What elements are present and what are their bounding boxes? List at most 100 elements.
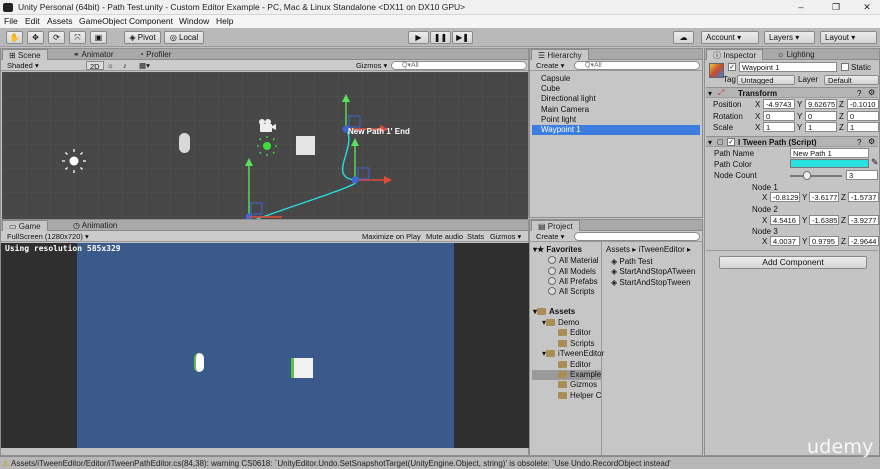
rotation-y-field[interactable]: 0 — [805, 111, 837, 121]
menu-help[interactable]: Help — [216, 16, 233, 26]
tab-hierarchy[interactable]: ☰ Hierarchy — [531, 49, 589, 60]
menu-file[interactable]: File — [4, 16, 18, 26]
shading-dropdown[interactable]: Shaded ▾ — [7, 61, 39, 70]
itween-enabled-checkbox[interactable]: ✓ — [727, 138, 735, 146]
play-button[interactable]: ▶ — [408, 31, 429, 44]
tree-item-gizmos[interactable]: Gizmos — [558, 380, 597, 390]
rotation-z-field[interactable]: 0 — [847, 111, 879, 121]
scale-y-field[interactable]: 1 — [805, 122, 837, 132]
tree-item-demo[interactable]: ▾ Demo — [542, 318, 579, 328]
cube-object[interactable] — [296, 136, 315, 155]
tab-animation[interactable]: ◷ Animation — [67, 220, 123, 231]
menu-assets[interactable]: Assets — [47, 16, 73, 26]
rotation-x-field[interactable]: 0 — [763, 111, 795, 121]
menu-gameobject[interactable]: GameObject — [79, 16, 127, 26]
mute-audio-toggle[interactable]: Mute audio — [426, 232, 463, 241]
audio-toggle-icon[interactable]: ♪ — [123, 61, 127, 70]
hierarchy-item-waypoint-1[interactable]: Waypoint 1 — [532, 125, 700, 135]
help-icon[interactable]: ? — [857, 138, 861, 147]
hierarchy-item-point-light[interactable]: Point light — [532, 115, 700, 125]
maximize-button[interactable]: ❐ — [825, 1, 847, 14]
project-search-input[interactable] — [574, 232, 700, 241]
lighting-toggle-icon[interactable]: ☼ — [107, 61, 114, 70]
scene-search-input[interactable]: Q▾All — [391, 61, 527, 70]
cloud-icon[interactable]: ☁ — [673, 31, 694, 44]
gear-icon[interactable]: ⚙ — [868, 137, 875, 146]
hierarchy-create-dropdown[interactable]: Create ▾ — [536, 61, 564, 70]
node-count-field[interactable]: 3 — [846, 170, 878, 180]
hand-tool-icon[interactable]: ✋ — [6, 31, 23, 44]
node-2-z-field[interactable]: -3.9277 — [848, 215, 879, 225]
node-1-z-field[interactable]: -1.5737 — [848, 192, 879, 202]
node-count-slider-thumb[interactable] — [803, 171, 811, 180]
hierarchy-item-cube[interactable]: Cube — [532, 84, 700, 94]
pause-button[interactable]: ❚❚ — [430, 31, 451, 44]
node-2-x-field[interactable]: 4.5416 — [770, 215, 800, 225]
game-viewport[interactable]: Using resolution 585x329 — [1, 243, 529, 448]
capsule-object[interactable] — [179, 133, 190, 153]
position-y-field[interactable]: 9.62675 — [805, 99, 837, 109]
project-create-dropdown[interactable]: Create ▾ — [536, 232, 564, 241]
tab-game[interactable]: ▭ Game — [2, 220, 48, 231]
favorite-all-scripts[interactable]: All Scripts — [548, 287, 595, 297]
node-3-y-field[interactable]: 0.9795 — [809, 236, 839, 246]
tag-dropdown[interactable]: Untagged — [737, 75, 795, 85]
account-dropdown[interactable]: Account ▾ — [701, 31, 759, 44]
resolution-dropdown[interactable]: FullScreen (1280x720) ▾ — [7, 232, 89, 241]
status-bar[interactable]: ⚠ Assets/iTweenEditor/Editor/iTweenPathE… — [0, 456, 880, 469]
tree-item-itween-editor[interactable]: Editor — [558, 360, 591, 370]
path-name-field[interactable]: New Path 1 — [790, 148, 869, 158]
help-icon[interactable]: ? — [857, 89, 861, 98]
rotate-tool-icon[interactable]: ⟳ — [48, 31, 65, 44]
game-gizmos-dropdown[interactable]: Gizmos ▾ — [490, 232, 521, 241]
hierarchy-item-capsule[interactable]: Capsule — [532, 74, 700, 84]
node-3-z-field[interactable]: -2.9644 — [848, 236, 879, 246]
node-2-y-field[interactable]: -1.6385 — [809, 215, 839, 225]
stats-toggle[interactable]: Stats — [467, 232, 484, 241]
move-tool-icon[interactable]: ✥ — [27, 31, 44, 44]
tab-project[interactable]: ▤ Project — [531, 220, 580, 231]
position-x-field[interactable]: -4.9743 — [763, 99, 795, 109]
minimize-button[interactable]: – — [790, 1, 812, 14]
breadcrumb-assets[interactable]: Assets — [606, 245, 630, 254]
favorite-all-prefabs[interactable]: All Prefabs — [548, 277, 598, 287]
node-1-y-field[interactable]: -3.6177 — [809, 192, 839, 202]
add-component-button[interactable]: Add Component — [719, 256, 867, 269]
layer-dropdown[interactable]: Default — [824, 75, 879, 85]
tree-item-example[interactable]: Example — [532, 370, 601, 380]
menu-component[interactable]: Component — [129, 16, 173, 26]
tab-inspector[interactable]: ⓘ Inspector — [706, 49, 764, 60]
tab-animator[interactable]: ⚭ Animator — [67, 49, 120, 60]
favorites-header[interactable]: ▾★ Favorites — [533, 245, 582, 255]
itween-path-header[interactable]: ▾ ▢ ✓ I Tween Path (Script) ? ⚙ — [706, 136, 878, 147]
assets-header[interactable]: ▾ Assets — [533, 307, 575, 317]
tree-item-helper[interactable]: Helper C — [558, 391, 602, 401]
active-checkbox[interactable]: ✓ — [728, 63, 736, 71]
scale-tool-icon[interactable]: ⤧ — [69, 31, 86, 44]
scale-x-field[interactable]: 1 — [763, 122, 795, 132]
node-3-x-field[interactable]: 4.0037 — [770, 236, 800, 246]
tab-scene[interactable]: ⊞ Scene — [2, 49, 48, 60]
tree-item-scripts[interactable]: Scripts — [558, 339, 594, 349]
position-z-field[interactable]: -0.1010 — [847, 99, 879, 109]
pivot-toggle[interactable]: ◈ Pivot — [124, 31, 161, 44]
breadcrumb-itweeneditor[interactable]: iTweenEditor — [638, 245, 684, 254]
eyedropper-icon[interactable]: ✎ — [871, 157, 879, 168]
node-count-slider-track[interactable] — [790, 175, 842, 177]
layers-dropdown[interactable]: Layers ▾ — [764, 31, 815, 44]
scale-z-field[interactable]: 1 — [847, 122, 879, 132]
tree-item-editor[interactable]: Editor — [558, 328, 591, 338]
maximize-on-play-toggle[interactable]: Maximize on Play — [362, 232, 421, 241]
node-1-x-field[interactable]: -0.8129 — [770, 192, 800, 202]
hierarchy-search-input[interactable]: Q▾All — [574, 61, 700, 70]
gear-icon[interactable]: ⚙ — [868, 88, 875, 97]
close-button[interactable]: ✕ — [856, 1, 878, 14]
transform-header[interactable]: ▾ ⤢ Transform ? ⚙ — [706, 87, 878, 98]
file-start-and-stop-tween[interactable]: ◈ StartAndStopTween — [611, 278, 691, 288]
tab-profiler[interactable]: ◔ Profiler — [133, 49, 177, 60]
static-checkbox[interactable] — [841, 63, 849, 71]
hierarchy-item-directional-light[interactable]: Directional light — [532, 94, 700, 104]
favorite-all-materials[interactable]: All Material — [548, 256, 599, 266]
step-button[interactable]: ▶❚ — [452, 31, 473, 44]
local-toggle[interactable]: ◎ Local — [164, 31, 204, 44]
